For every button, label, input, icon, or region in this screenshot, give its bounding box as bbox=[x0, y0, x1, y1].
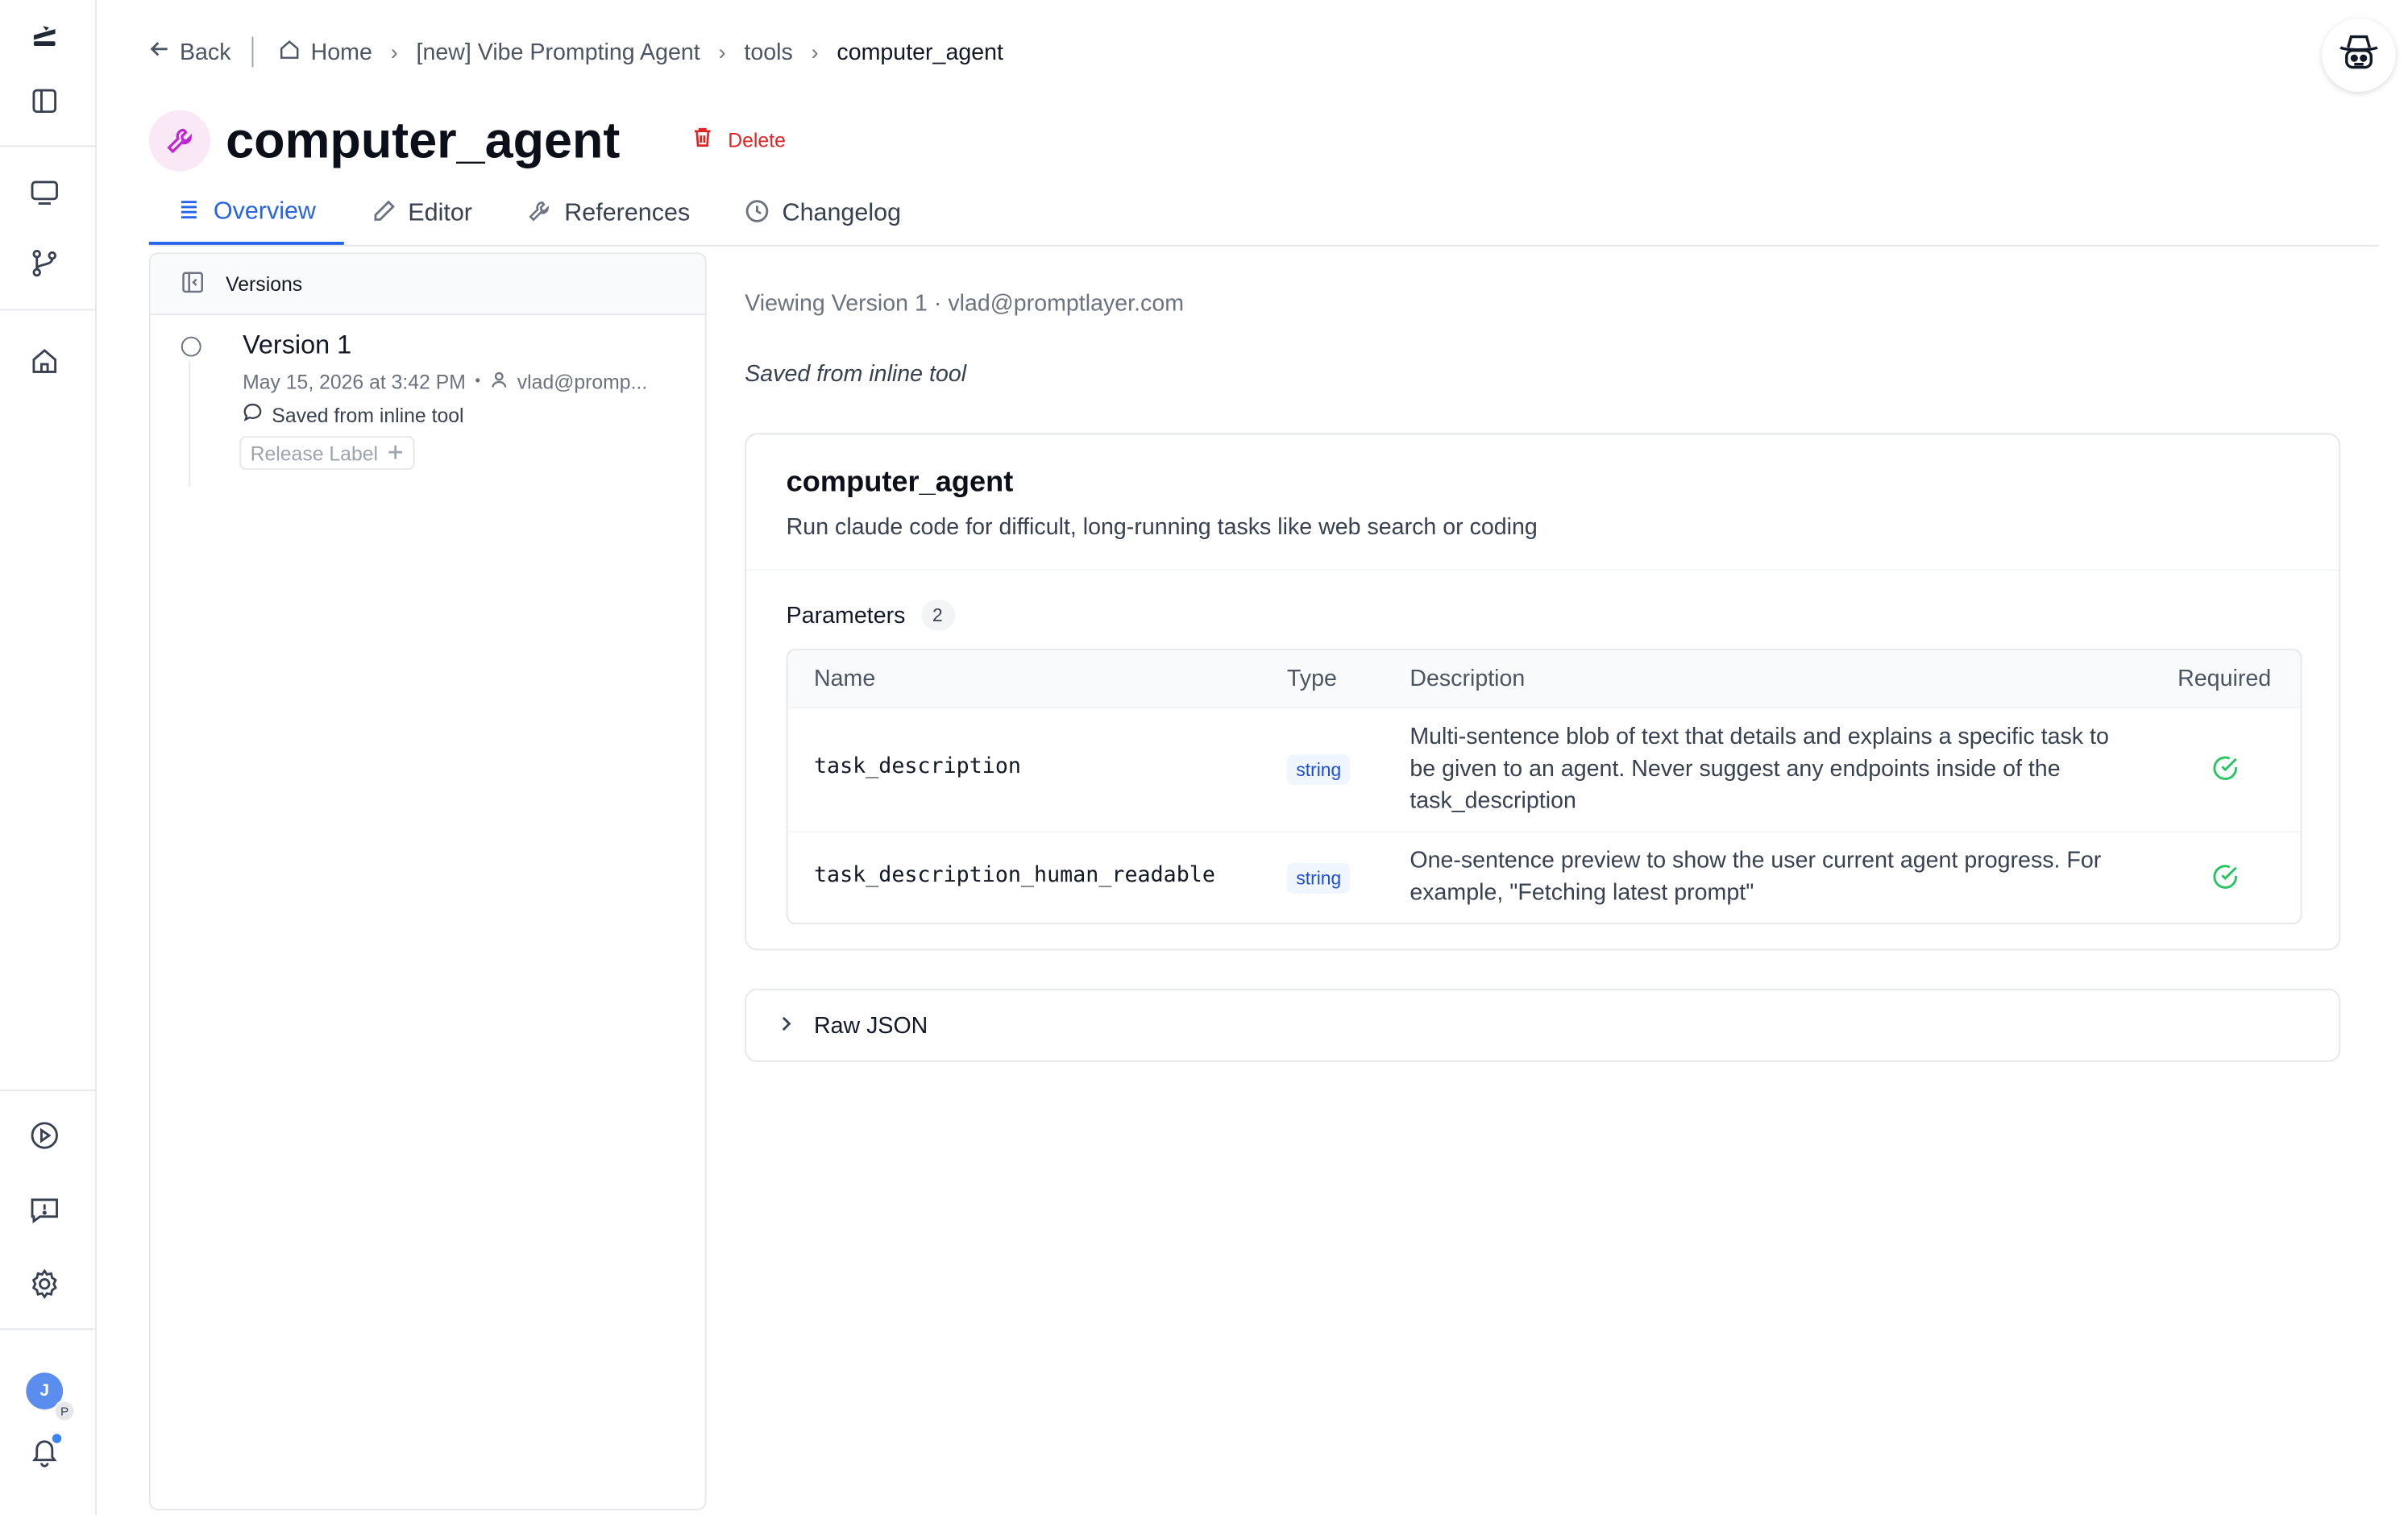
parameters-label: Parameters bbox=[786, 602, 906, 629]
tab-changelog-label: Changelog bbox=[782, 200, 902, 227]
card-divider bbox=[746, 569, 2339, 571]
tab-editor[interactable]: Editor bbox=[343, 184, 500, 245]
version-note: Saved from inline tool bbox=[243, 402, 464, 426]
table-header: Name Type Description Required bbox=[787, 650, 2301, 709]
versions-header: Versions bbox=[150, 254, 705, 316]
chevron-right-icon: › bbox=[811, 39, 819, 64]
rail-divider bbox=[0, 145, 96, 147]
wrench-icon bbox=[148, 110, 211, 172]
trash-icon bbox=[691, 126, 715, 153]
play-circle-icon[interactable] bbox=[26, 1117, 63, 1154]
version-name[interactable]: Version 1 bbox=[243, 330, 351, 361]
tab-overview[interactable]: Overview bbox=[148, 184, 344, 245]
sidebar-toggle-icon[interactable] bbox=[26, 83, 63, 120]
breadcrumb: Back Home › [new] Vibe Prompting Agent ›… bbox=[149, 34, 1003, 71]
breadcrumb-divider bbox=[252, 36, 255, 68]
rail-divider bbox=[0, 1328, 96, 1330]
delete-button[interactable]: Delete bbox=[691, 122, 786, 156]
tab-bar: Overview Editor References Changelog bbox=[148, 184, 2379, 247]
version-meta: May 15, 2026 at 3:42 PM • vlad@promp... bbox=[243, 371, 647, 393]
version-date: May 15, 2026 at 3:42 PM bbox=[243, 370, 466, 394]
version-dot bbox=[181, 336, 201, 357]
rail-divider bbox=[0, 1090, 96, 1091]
tool-name: computer_agent bbox=[786, 467, 1014, 500]
tab-overview-label: Overview bbox=[213, 198, 316, 226]
left-rail: J P bbox=[0, 0, 98, 1515]
saved-note: Saved from inline tool bbox=[745, 361, 967, 388]
page-title: computer_agent bbox=[226, 111, 621, 168]
tool-description: Run claude code for difficult, long-runn… bbox=[786, 514, 1538, 541]
version-note-text: Saved from inline tool bbox=[272, 403, 464, 426]
version-author: vlad@promp... bbox=[517, 370, 648, 394]
param-type-badge: string bbox=[1286, 863, 1351, 894]
feedback-icon[interactable] bbox=[26, 1192, 63, 1229]
column-header-description: Description bbox=[1410, 666, 1526, 692]
collapse-panel-icon[interactable] bbox=[181, 270, 205, 297]
column-header-name: Name bbox=[813, 666, 876, 692]
chevron-right-icon: › bbox=[718, 39, 726, 64]
chevron-right-icon: › bbox=[390, 39, 398, 64]
back-link[interactable]: Back bbox=[149, 38, 231, 65]
tab-references-label: References bbox=[564, 200, 691, 227]
param-description: One-sentence preview to show the user cu… bbox=[1410, 848, 2102, 907]
breadcrumb-home[interactable]: Home bbox=[279, 38, 372, 67]
home-icon bbox=[279, 38, 302, 67]
tab-changelog[interactable]: Changelog bbox=[718, 184, 929, 245]
home-icon[interactable] bbox=[26, 342, 63, 380]
settings-gear-icon[interactable] bbox=[26, 1265, 63, 1302]
user-icon bbox=[489, 371, 508, 393]
raw-json-toggle[interactable]: Raw JSON bbox=[745, 988, 2341, 1062]
wrench-icon bbox=[528, 198, 552, 230]
pencil-icon bbox=[372, 198, 396, 230]
tool-definition-card: computer_agent Run claude code for diffi… bbox=[745, 433, 2341, 951]
cowboy-bot-icon bbox=[2335, 27, 2384, 83]
versions-title: Versions bbox=[226, 272, 303, 296]
parameters-table: Name Type Description Required task_desc… bbox=[786, 649, 2302, 924]
rail-divider bbox=[0, 309, 96, 311]
table-row: task_description_human_readable string O… bbox=[788, 832, 2301, 923]
dot-separator: • bbox=[475, 373, 481, 391]
check-circle-icon bbox=[2211, 863, 2239, 899]
breadcrumb-home-label: Home bbox=[310, 39, 372, 65]
param-name: task_description bbox=[813, 754, 1021, 779]
plus-icon bbox=[387, 442, 404, 464]
version-timeline bbox=[189, 361, 191, 487]
chevron-right-icon bbox=[777, 1012, 795, 1038]
release-label-text: Release Label bbox=[250, 441, 379, 465]
list-icon bbox=[176, 197, 201, 229]
message-icon bbox=[243, 402, 263, 426]
git-branch-icon[interactable] bbox=[26, 245, 63, 282]
breadcrumb-current: computer_agent bbox=[837, 39, 1003, 65]
versions-panel: Versions Version 1 May 15, 2026 at 3:42 … bbox=[148, 252, 707, 1511]
raw-json-label: Raw JSON bbox=[813, 1012, 928, 1039]
table-row: task_description string Multi-sentence b… bbox=[787, 708, 2301, 833]
parameters-heading: Parameters 2 bbox=[786, 600, 955, 631]
check-circle-icon bbox=[2211, 754, 2239, 790]
param-description: Multi-sentence blob of text that details… bbox=[1410, 724, 2109, 815]
tab-references[interactable]: References bbox=[500, 184, 717, 245]
param-name: task_description_human_readable bbox=[813, 863, 1215, 888]
tab-editor-label: Editor bbox=[408, 200, 472, 227]
delete-label: Delete bbox=[728, 127, 786, 152]
workspace-badge: P bbox=[53, 1400, 76, 1422]
column-header-required: Required bbox=[2178, 666, 2272, 692]
breadcrumb-workspace[interactable]: [new] Vibe Prompting Agent bbox=[417, 39, 700, 64]
back-label: Back bbox=[179, 39, 231, 65]
release-label-button[interactable]: Release Label bbox=[239, 436, 415, 470]
monitor-icon[interactable] bbox=[26, 174, 63, 211]
logo-icon[interactable] bbox=[26, 19, 63, 56]
agent-avatar-button[interactable] bbox=[2322, 18, 2396, 92]
viewing-version-text: Viewing Version 1 · vlad@promptlayer.com bbox=[745, 290, 1185, 318]
column-header-type: Type bbox=[1286, 666, 1337, 692]
breadcrumb-tools[interactable]: tools bbox=[744, 39, 792, 64]
notification-dot bbox=[50, 1432, 64, 1445]
parameters-count-badge: 2 bbox=[920, 600, 955, 631]
arrow-left-icon bbox=[149, 38, 171, 65]
clock-icon bbox=[745, 198, 770, 230]
param-type-badge: string bbox=[1286, 754, 1351, 786]
